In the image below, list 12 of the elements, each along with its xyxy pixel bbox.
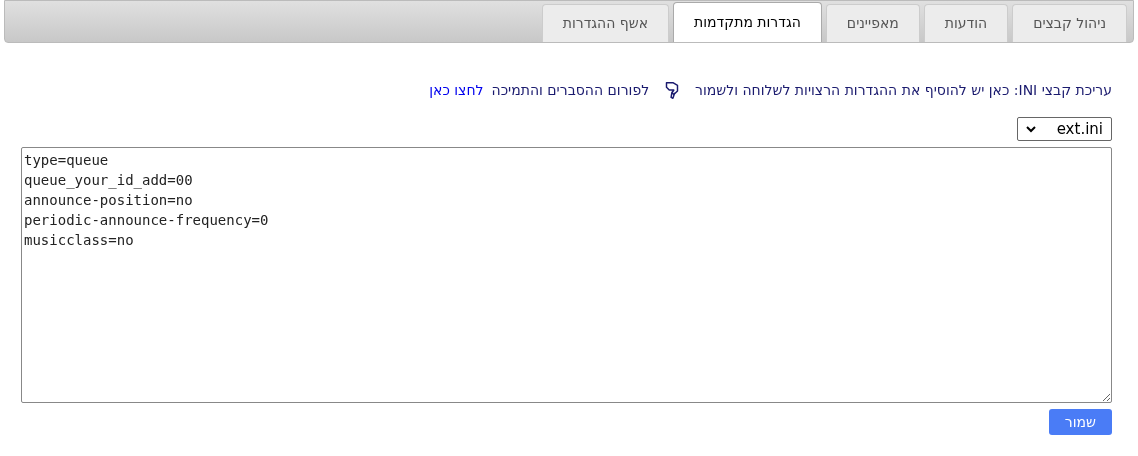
file-select[interactable]: ext.ini <box>1017 117 1112 141</box>
forum-link[interactable]: לחצו כאן <box>429 79 484 101</box>
tab[interactable]: הודעות <box>923 4 1009 42</box>
chevron-down-icon <box>1026 125 1036 133</box>
forum-text: לפורום ההסברים והתמיכה <box>491 80 650 100</box>
intro-text: עריכת קבצי INI: כאן יש להוסיף את ההגדרות הרצויות לשלוחה ולשמור <box>695 80 1112 100</box>
tab[interactable]: ניהול קבצים <box>1012 4 1127 42</box>
tab[interactable]: מאפיינים <box>825 4 920 42</box>
tab[interactable]: הגדרות מתקדמות <box>673 2 822 42</box>
ini-editor[interactable]: type=queue queue_your_id_add=00 announce-position=no periodic-announce-frequency=0 musicclass=no <box>21 147 1112 403</box>
tab[interactable]: אשף ההגדרות <box>541 4 670 42</box>
save-button[interactable]: שמור <box>1048 409 1112 435</box>
